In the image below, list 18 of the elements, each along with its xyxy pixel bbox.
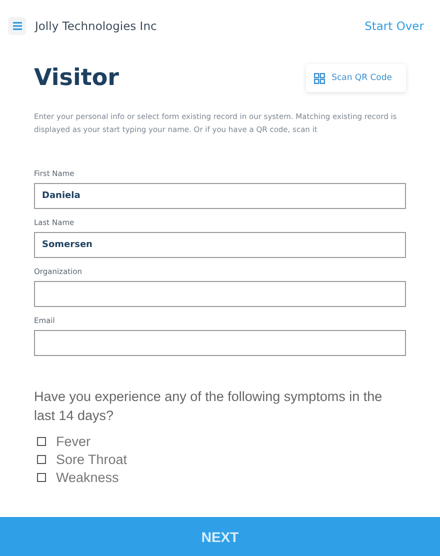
checkbox-label: Fever <box>56 434 91 449</box>
qr-code-icon <box>314 72 325 84</box>
checkbox-label: Weakness <box>56 470 119 485</box>
input-field[interactable] <box>34 330 406 356</box>
symptoms-question: Have you experience any of the following symptoms in the last 14 days? <box>34 388 384 425</box>
menu-icon <box>12 22 22 30</box>
checkbox[interactable] <box>37 437 46 446</box>
checkbox[interactable] <box>37 455 46 464</box>
scan-qr-button[interactable]: Scan QR Code <box>306 64 406 92</box>
menu-button[interactable] <box>8 17 26 35</box>
checkbox-label: Sore Throat <box>56 452 128 467</box>
input-field[interactable]: Daniela <box>34 183 406 209</box>
input-field[interactable] <box>34 281 406 307</box>
start-over-link[interactable]: Start Over <box>364 19 424 33</box>
checkbox[interactable] <box>37 473 46 482</box>
page-title: Visitor <box>34 65 119 91</box>
company-name: Jolly Technologies Inc <box>35 19 158 33</box>
input-field[interactable]: Somersen <box>34 232 406 258</box>
